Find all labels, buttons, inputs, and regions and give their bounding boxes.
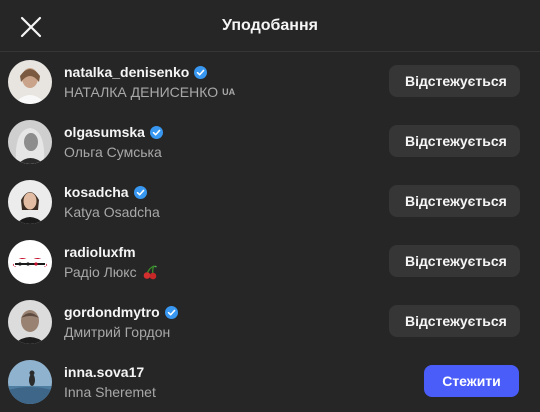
verified-badge-icon: [149, 125, 163, 139]
following-button[interactable]: Відстежується: [389, 245, 520, 277]
likes-dialog: Уподобання natalka_denisenko НАТАЛКА ДЕН…: [0, 0, 540, 412]
list-item: gordondmytro Дмитрий Гордон Відстежуєтьс…: [0, 292, 540, 352]
full-name: Ольга Сумська: [64, 144, 162, 160]
close-icon[interactable]: [19, 15, 43, 39]
dialog-title: Уподобання: [222, 16, 318, 34]
avatar[interactable]: [8, 300, 52, 344]
full-name: Inna Sheremet: [64, 384, 156, 400]
avatar[interactable]: [8, 180, 52, 224]
following-button[interactable]: Відстежується: [389, 185, 520, 217]
full-name: Katya Osadcha: [64, 204, 160, 220]
name-suffix: UA: [222, 87, 236, 97]
full-name: Дмитрий Гордон: [64, 324, 171, 340]
follow-button[interactable]: Стежити: [424, 365, 519, 397]
list-item: natalka_denisenko НАТАЛКА ДЕНИСЕНКО UA В…: [0, 52, 540, 112]
avatar[interactable]: [8, 60, 52, 104]
verified-badge-icon: [133, 185, 147, 199]
avatar[interactable]: [8, 240, 52, 284]
username[interactable]: kosadcha: [64, 184, 129, 200]
following-button[interactable]: Відстежується: [389, 305, 520, 337]
avatar[interactable]: [8, 360, 52, 404]
list-item: inna.sova17 Inna Sheremet Стежити: [0, 352, 540, 412]
list-item: olgasumska Ольга Сумська Відстежується: [0, 112, 540, 172]
username[interactable]: radioluxfm: [64, 244, 136, 260]
username[interactable]: olgasumska: [64, 124, 145, 140]
username[interactable]: inna.sova17: [64, 364, 144, 380]
following-button[interactable]: Відстежується: [389, 65, 520, 97]
full-name: НАТАЛКА ДЕНИСЕНКО: [64, 84, 219, 100]
verified-badge-icon: [194, 65, 208, 79]
avatar[interactable]: [8, 120, 52, 164]
list-item: kosadcha Katya Osadcha Відстежується: [0, 172, 540, 232]
username[interactable]: natalka_denisenko: [64, 64, 189, 80]
cherries-icon: [143, 265, 157, 280]
following-button[interactable]: Відстежується: [389, 125, 520, 157]
dialog-header: Уподобання: [0, 0, 540, 52]
list-item: radioluxfm Радіо Люкс Відстежується: [0, 232, 540, 292]
full-name: Радіо Люкс: [64, 264, 137, 280]
verified-badge-icon: [164, 305, 178, 319]
likes-list: natalka_denisenko НАТАЛКА ДЕНИСЕНКО UA В…: [0, 52, 540, 412]
username[interactable]: gordondmytro: [64, 304, 160, 320]
